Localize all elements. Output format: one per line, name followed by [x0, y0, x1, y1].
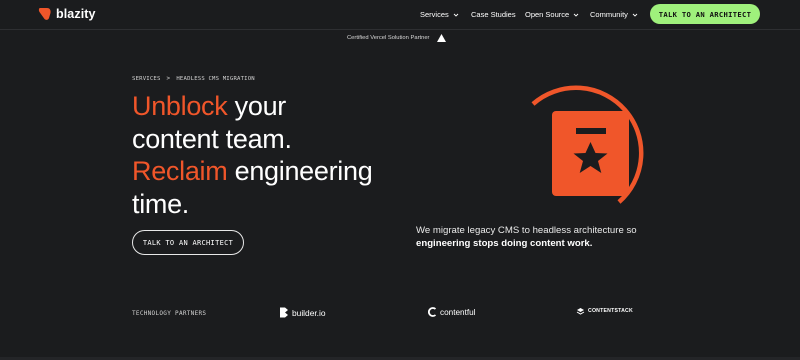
vercel-triangle-icon: [436, 34, 446, 42]
chevron-down-icon: [453, 13, 459, 17]
headline-text-engineering: engineering: [227, 156, 373, 186]
hero-headline: Unblock your content team. Reclaim engin…: [132, 90, 412, 220]
breadcrumb-item-current: HEADLESS CMS MIGRATION: [176, 75, 255, 82]
certified-partner-badge[interactable]: Certified Vercel Solution Partner: [347, 34, 446, 42]
document-line: [576, 128, 606, 134]
headline-text-content-team: content team.: [132, 123, 292, 154]
chevron-down-icon: [573, 13, 579, 17]
chevron-down-icon: [632, 13, 638, 17]
builder-io-icon: [280, 307, 288, 318]
headline-text-time: time.: [132, 188, 190, 219]
page: blazity Services Case Studies Open Sourc…: [0, 0, 800, 360]
nav-item-case-studies[interactable]: Case Studies: [471, 10, 516, 19]
contentful-icon: [428, 307, 437, 317]
headline-accent-unblock: Unblock: [132, 91, 228, 121]
document-star-icon: [531, 85, 644, 204]
partner-name-builder-io: builder.io: [292, 307, 326, 318]
logo-link[interactable]: blazity: [38, 7, 96, 21]
headline-accent-reclaim: Reclaim: [132, 156, 228, 186]
hero-cta-button[interactable]: TALK TO AN ARCHITECT: [132, 230, 244, 255]
description-text: We migrate legacy CMS to headless archit…: [416, 225, 637, 236]
nav-item-community[interactable]: Community: [590, 10, 638, 19]
breadcrumb-item-services[interactable]: SERVICES: [132, 76, 161, 82]
nav-label-services: Services: [420, 10, 449, 19]
partner-name-contentstack: CONTENTSTACK: [588, 308, 633, 314]
headline-text-your: your: [227, 91, 287, 121]
logo-text: blazity: [56, 7, 96, 21]
partner-contentstack: CONTENTSTACK: [576, 307, 633, 315]
certified-text: Certified Vercel Solution Partner: [347, 35, 430, 41]
partner-contentful: contentful: [428, 307, 476, 317]
breadcrumb: SERVICES > HEADLESS CMS MIGRATION: [132, 75, 255, 82]
nav-label-community: Community: [590, 10, 628, 19]
description-bold-text: engineering stops doing content work.: [416, 237, 593, 249]
blazity-logo-icon: [38, 8, 51, 20]
technology-partners-label: TECHNOLOGY PARTNERS: [132, 310, 207, 317]
contentstack-icon: [576, 308, 585, 315]
header-cta-button[interactable]: TALK TO AN ARCHITECT: [650, 4, 760, 24]
nav-label-case-studies: Case Studies: [471, 10, 516, 19]
partner-builder-io: builder.io: [279, 307, 326, 318]
nav-label-open-source: Open Source: [525, 10, 570, 19]
hero-description: We migrate legacy CMS to headless archit…: [416, 225, 666, 250]
breadcrumb-separator: >: [166, 75, 171, 82]
nav-item-open-source[interactable]: Open Source: [525, 10, 579, 19]
site-header: blazity Services Case Studies Open Sourc…: [0, 0, 800, 30]
partner-name-contentful: contentful: [440, 307, 476, 317]
nav-item-services[interactable]: Services: [420, 10, 459, 19]
